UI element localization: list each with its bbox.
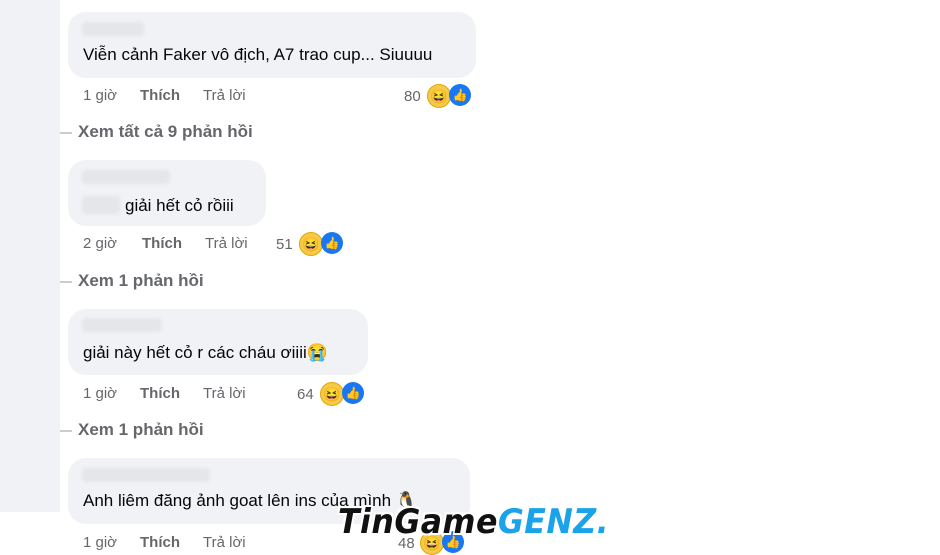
like-button[interactable]: Thích [140,385,180,402]
comment-text: Viễn cảnh Faker vô địch, A7 trao cup... … [83,45,433,64]
view-replies-link[interactable]: Xem 1 phản hồi [78,420,204,440]
haha-reaction-icon[interactable]: 😆 [299,232,323,256]
reaction-count[interactable]: 51 [276,236,293,253]
reply-button[interactable]: Trả lời [203,87,246,104]
reply-button[interactable]: Trả lời [203,534,246,551]
reply-button[interactable]: Trả lời [203,385,246,402]
watermark-logo: TinGameGENZ. [338,502,609,542]
comment-time[interactable]: 1 giờ [83,385,117,402]
like-reaction-icon[interactable]: 👍 [321,232,343,254]
like-button[interactable]: Thích [142,235,182,252]
reply-connector [60,132,72,134]
reaction-count[interactable]: 64 [297,386,314,403]
author-name-blurred [82,170,170,184]
view-replies-link[interactable]: Xem 1 phản hồi [78,271,204,291]
comment-time[interactable]: 2 giờ [83,235,117,252]
reply-connector [60,281,72,283]
reply-connector [60,430,72,432]
view-replies-link[interactable]: Xem tất cả 9 phản hồi [78,122,253,142]
haha-reaction-icon[interactable]: 😆 [320,382,344,406]
comment-time[interactable]: 1 giờ [83,87,117,104]
like-reaction-icon[interactable]: 👍 [342,382,364,404]
watermark-text: TinGame [338,502,498,542]
comment-time[interactable]: 1 giờ [83,534,117,551]
watermark-text-accent: GENZ. [497,502,610,542]
comment-text: giải này hết cỏ r các cháu ơiiii😭 [83,343,328,362]
author-name-blurred [82,196,120,214]
like-button[interactable]: Thích [140,87,180,104]
left-panel [0,0,60,512]
reply-button[interactable]: Trả lời [205,235,248,252]
haha-reaction-icon[interactable]: 😆 [427,84,451,108]
author-name-blurred [82,318,162,332]
like-button[interactable]: Thích [140,534,180,551]
comment-text: giải hết cỏ rồiii [125,196,234,215]
author-name-blurred [82,468,210,482]
author-name-blurred [82,22,144,36]
reaction-count[interactable]: 80 [404,88,421,105]
like-reaction-icon[interactable]: 👍 [449,84,471,106]
